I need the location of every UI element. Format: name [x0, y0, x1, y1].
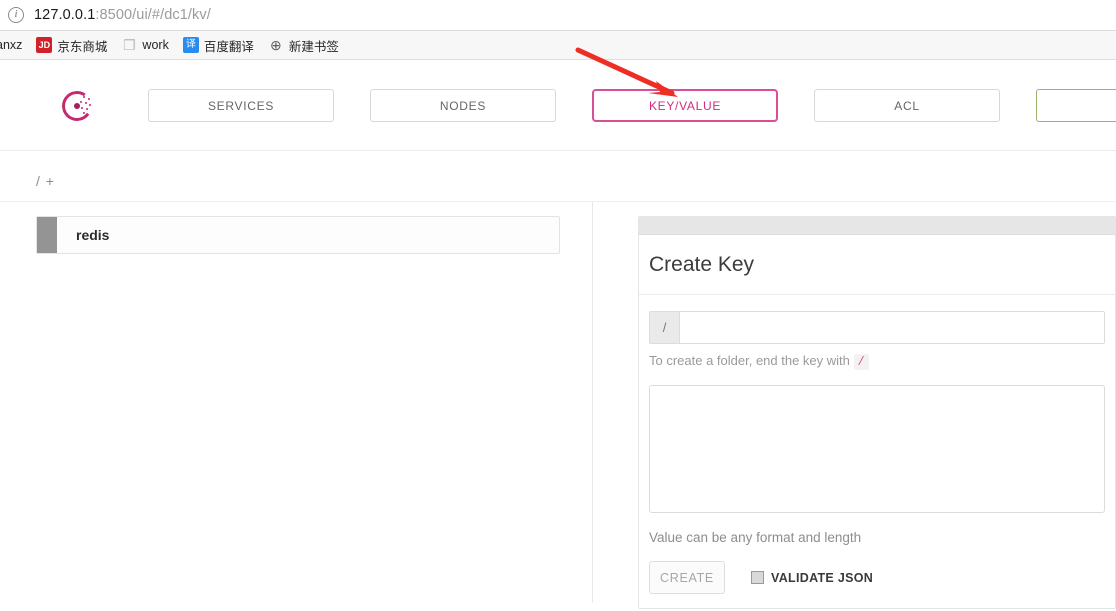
tab-datacenter[interactable]	[1036, 89, 1116, 122]
consul-logo-icon[interactable]	[59, 88, 95, 123]
bookmark-work[interactable]: ❐ work	[114, 33, 175, 57]
bookmark-label: 百度翻译	[203, 39, 254, 54]
bookmark-label: 新建书签	[288, 39, 339, 54]
bookmarks-bar: anxz JD 京东商城 ❐ work 译 百度翻译 ⊕ 新建书签	[0, 31, 1116, 60]
bookmark-anxz[interactable]: anxz	[0, 33, 29, 57]
main-navigation: SERVICES NODES KEY/VALUE ACL	[0, 47, 1116, 151]
key-input-group: /	[649, 311, 1105, 344]
slash-prefix-addon: /	[649, 311, 679, 344]
url-path: :8500/ui/#/dc1/kv/	[95, 7, 211, 23]
url-host: 127.0.0.1	[34, 7, 96, 23]
breadcrumb[interactable]: / +	[0, 151, 1116, 201]
value-textarea[interactable]	[649, 385, 1105, 513]
translate-icon: 译	[182, 37, 199, 53]
tab-nodes[interactable]: NODES	[370, 89, 556, 122]
two-column-layout: redis Create Key / To create a folder, e…	[0, 201, 1116, 609]
jd-icon: JD	[36, 37, 53, 53]
list-item-accent-bar	[37, 217, 57, 253]
page-title: Create Key	[639, 235, 1115, 295]
bookmark-baidu-translate[interactable]: 译 百度翻译	[176, 33, 261, 57]
browser-chrome: i 127.0.0.1:8500/ui/#/dc1/kv/ anxz JD 京东…	[0, 0, 1116, 60]
nav-tabs: SERVICES NODES KEY/VALUE ACL	[148, 89, 1116, 122]
form-actions: CREATE VALIDATE JSON	[649, 561, 1105, 594]
tab-acl[interactable]: ACL	[814, 89, 1000, 122]
validate-json-checkbox[interactable]	[751, 571, 764, 584]
create-key-panel: Create Key / To create a folder, end the…	[638, 216, 1116, 609]
validate-json-label: VALIDATE JSON	[771, 570, 874, 585]
validate-json-checkbox-wrapper[interactable]: VALIDATE JSON	[751, 571, 873, 585]
bookmark-label: work	[142, 38, 169, 52]
folder-icon: ❐	[123, 37, 136, 53]
page-content: / + redis Create Key / To create a folde…	[0, 151, 1116, 610]
logo-dot-cluster	[80, 95, 92, 116]
globe-icon: ⊕	[269, 37, 282, 53]
url-text: 127.0.0.1:8500/ui/#/dc1/kv/	[34, 7, 211, 23]
key-help-code: /	[853, 354, 869, 370]
create-key-column: Create Key / To create a folder, end the…	[593, 202, 1116, 609]
bookmark-new[interactable]: ⊕ 新建书签	[261, 33, 346, 57]
bookmark-label: 京东商城	[57, 39, 108, 54]
list-item[interactable]: redis	[36, 216, 560, 254]
bookmark-jd[interactable]: JD 京东商城	[29, 33, 114, 57]
value-help-text: Value can be any format and length	[649, 530, 862, 545]
bookmark-label: anxz	[0, 38, 23, 52]
key-help-text: To create a folder, end the key with /	[649, 353, 1105, 370]
create-key-form: / To create a folder, end the key with /…	[639, 295, 1115, 608]
tab-services[interactable]: SERVICES	[148, 89, 334, 122]
panel-header-strip	[639, 217, 1115, 235]
consul-app: SERVICES NODES KEY/VALUE ACL / + redis C…	[0, 47, 1116, 611]
list-item-label: redis	[76, 227, 110, 243]
address-bar[interactable]: i 127.0.0.1:8500/ui/#/dc1/kv/	[0, 0, 1116, 31]
kv-list-column: redis	[0, 202, 593, 603]
key-help-prefix: To create a folder, end the key with	[649, 353, 850, 368]
tab-key-value[interactable]: KEY/VALUE	[592, 89, 778, 122]
create-button[interactable]: CREATE	[649, 561, 725, 594]
key-input[interactable]	[679, 311, 1105, 344]
info-circle-icon[interactable]: i	[8, 7, 24, 23]
